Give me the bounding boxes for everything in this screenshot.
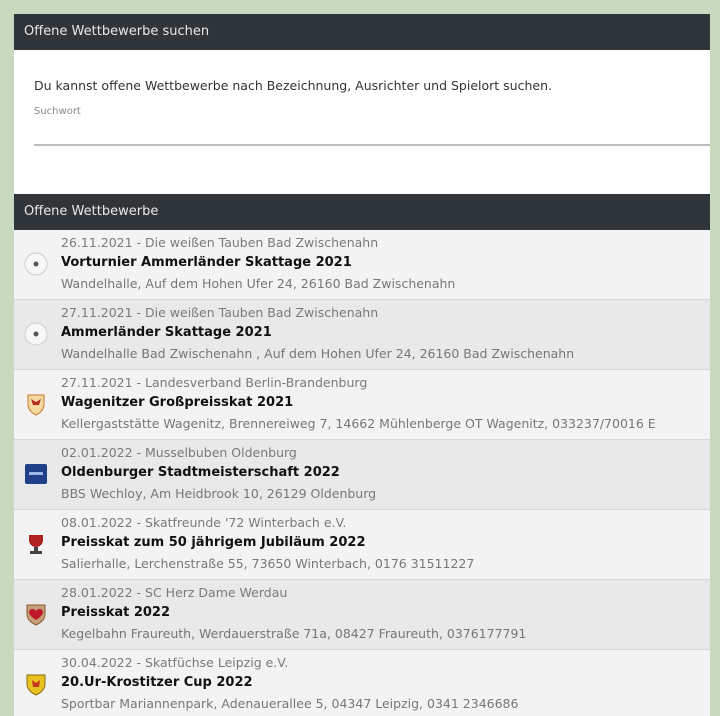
competition-title[interactable]: 20.Ur-Krostitzer Cup 2022 — [61, 675, 253, 690]
search-description: Du kannst offene Wettbewerbe nach Bezeic… — [34, 78, 552, 93]
competition-meta: 26.11.2021 - Die weißen Tauben Bad Zwisc… — [61, 235, 379, 250]
competition-location: Kellergaststätte Wagenitz, Brennereiweg … — [61, 416, 656, 431]
competition-title[interactable]: Preisskat zum 50 jährigem Jubiläum 2022 — [61, 535, 366, 550]
competition-row[interactable]: 02.01.2022 - Musselbuben Oldenburg Olden… — [14, 440, 710, 510]
competition-row[interactable]: 27.11.2021 - Die weißen Tauben Bad Zwisc… — [14, 300, 710, 370]
competition-meta: 28.01.2022 - SC Herz Dame Werdau — [61, 585, 288, 600]
blue-square-club-logo-icon — [25, 464, 47, 484]
white-dove-club-logo-icon — [24, 322, 48, 346]
competition-location: Sportbar Mariannenpark, Adenauerallee 5,… — [61, 696, 519, 711]
competition-row[interactable]: 30.04.2022 - Skatfüchse Leipzig e.V. 20.… — [14, 650, 710, 716]
competition-location: Kegelbahn Fraureuth, Werdauerstraße 71a,… — [61, 626, 527, 641]
competition-title[interactable]: Wagenitzer Großpreisskat 2021 — [61, 395, 293, 410]
competition-meta: 27.11.2021 - Die weißen Tauben Bad Zwisc… — [61, 305, 379, 320]
competition-title[interactable]: Oldenburger Stadtmeisterschaft 2022 — [61, 465, 340, 480]
red-heart-shield-icon — [26, 604, 46, 626]
competition-row[interactable]: 28.01.2022 - SC Herz Dame Werdau Preissk… — [14, 580, 710, 650]
yellow-fox-shield-icon — [26, 674, 46, 696]
competition-meta: 27.11.2021 - Landesverband Berlin-Brande… — [61, 375, 368, 390]
competition-meta: 30.04.2022 - Skatfüchse Leipzig e.V. — [61, 655, 289, 670]
competition-location: BBS Wechloy, Am Heidbrook 10, 26129 Olde… — [61, 486, 377, 501]
competition-location: Salierhalle, Lerchenstraße 55, 73650 Win… — [61, 556, 475, 571]
competition-row[interactable]: 27.11.2021 - Landesverband Berlin-Brande… — [14, 370, 710, 440]
competition-title[interactable]: Vorturnier Ammerländer Skattage 2021 — [61, 255, 352, 270]
competition-title[interactable]: Preisskat 2022 — [61, 605, 170, 620]
brandenburg-eagle-crest-icon — [27, 394, 45, 416]
white-dove-club-logo-icon — [24, 252, 48, 276]
competition-row[interactable]: 26.11.2021 - Die weißen Tauben Bad Zwisc… — [14, 230, 710, 300]
competition-row[interactable]: 08.01.2022 - Skatfreunde '72 Winterbach … — [14, 510, 710, 580]
competition-location: Wandelhalle, Auf dem Hohen Ufer 24, 2616… — [61, 276, 456, 291]
competition-meta: 02.01.2022 - Musselbuben Oldenburg — [61, 445, 297, 460]
search-panel-header: Offene Wettbewerbe suchen — [14, 14, 710, 50]
competition-list: 26.11.2021 - Die weißen Tauben Bad Zwisc… — [14, 230, 710, 716]
list-panel-header: Offene Wettbewerbe — [14, 194, 710, 230]
red-cup-club-logo-icon — [29, 535, 43, 554]
search-field-label: Suchwort — [34, 106, 81, 117]
search-input[interactable] — [34, 144, 710, 146]
competition-title[interactable]: Ammerländer Skattage 2021 — [61, 325, 272, 340]
competition-meta: 08.01.2022 - Skatfreunde '72 Winterbach … — [61, 515, 347, 530]
search-panel: Du kannst offene Wettbewerbe nach Bezeic… — [14, 50, 710, 194]
page-frame: Offene Wettbewerbe suchen Du kannst offe… — [14, 14, 710, 716]
competition-location: Wandelhalle Bad Zwischenahn , Auf dem Ho… — [61, 346, 575, 361]
